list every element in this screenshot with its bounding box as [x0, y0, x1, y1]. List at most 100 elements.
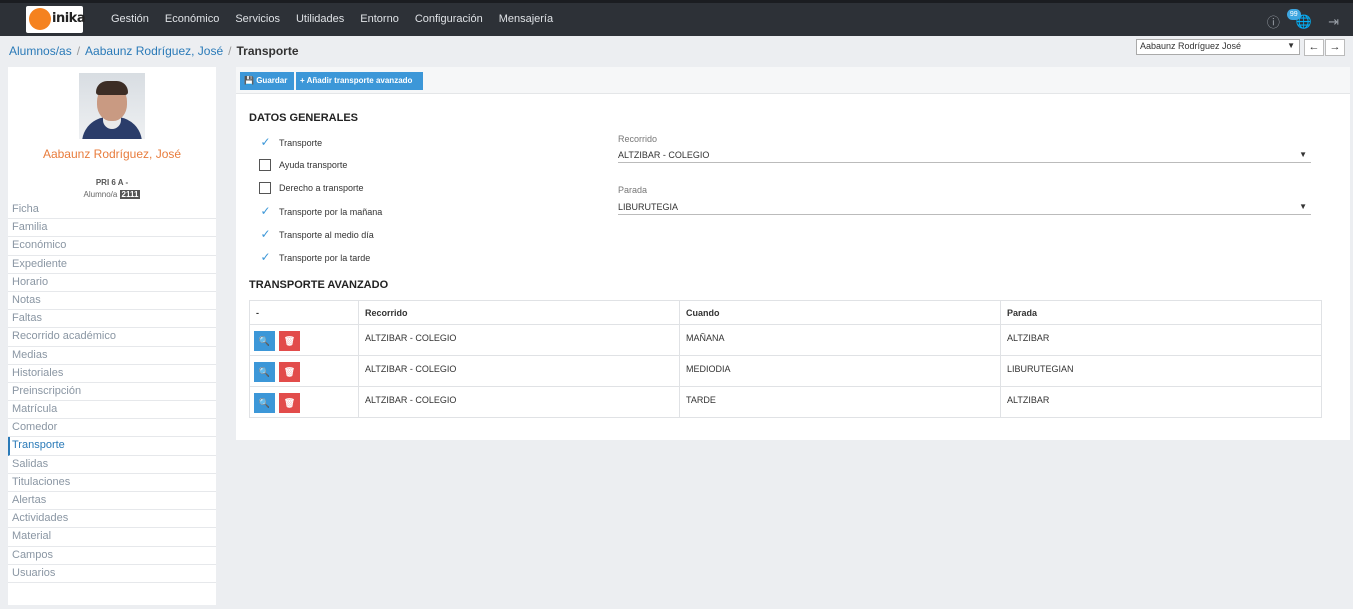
help-icon[interactable]: ⓘ — [1267, 12, 1280, 31]
sidebar-item-transporte[interactable]: Transporte — [8, 437, 216, 456]
breadcrumb: Alumnos/as / Aabaunz Rodríguez, José / Trans… — [9, 44, 299, 58]
advanced-section-title: TRANSPORTE AVANZADO — [249, 279, 389, 291]
column-header-cuando: Cuando — [679, 300, 1001, 325]
main-panel: 💾 Guardar + Añadir transporte avanzado D… — [236, 67, 1350, 440]
notification-badge: 99 — [1286, 8, 1301, 20]
checkbox-empty — [259, 182, 271, 194]
view-button[interactable]: 🔍 — [254, 331, 275, 351]
page-title: Transporte — [236, 44, 299, 58]
nav-item-configuracion[interactable]: Configuración — [415, 13, 483, 25]
table-row: 🔍 🗑 ALTZIBAR - COLEGIO MAÑANA ALTZIBAR — [249, 324, 1322, 356]
route-select[interactable]: ALTZIBAR - COLEGIO ▼ — [618, 147, 1311, 163]
nav-item-entorno[interactable]: Entorno — [360, 13, 399, 25]
cell-parada: ALTZIBAR — [1000, 386, 1322, 418]
nav-item-mensajeria[interactable]: Mensajería — [499, 13, 553, 25]
top-navbar: inika Gestión Económico Servicios Utilid… — [0, 0, 1353, 36]
route-label: Recorrido — [618, 134, 658, 144]
column-header-actions: - — [249, 300, 359, 325]
globe-icon[interactable]: 🌐 99 — [1286, 8, 1312, 30]
general-section-title: DATOS GENERALES — [249, 112, 358, 124]
top-icons: ⓘ 🌐 99 ⇥ — [1251, 8, 1339, 31]
plus-icon: + — [300, 76, 305, 85]
checkbox-label: Derecho a transporte — [279, 183, 364, 193]
checkmark-icon: ✓ — [260, 135, 271, 149]
sidebar: Aabaunz Rodríguez, José PRI 6 A - Alumno… — [8, 67, 216, 605]
nav-item-servicios[interactable]: Servicios — [235, 13, 280, 25]
checkbox-empty — [259, 159, 271, 171]
cell-parada: ALTZIBAR — [1000, 324, 1322, 356]
sidebar-item-familia[interactable]: Familia — [8, 219, 216, 238]
checkbox-label: Transporte al medio día — [279, 229, 374, 240]
student-name: Aabaunz Rodríguez, José — [42, 147, 182, 161]
sidebar-item-faltas[interactable]: Faltas — [8, 310, 216, 329]
checkbox-transporte[interactable]: ✓ Transporte — [259, 136, 322, 149]
student-id-number: 2111 — [119, 190, 141, 199]
sidebar-item-material[interactable]: Material — [8, 528, 216, 547]
checkmark-icon: ✓ — [260, 204, 271, 218]
breadcrumb-separator: / — [228, 44, 232, 58]
sidebar-item-titulaciones[interactable]: Titulaciones — [8, 474, 216, 492]
cell-recorrido: ALTZIBAR - COLEGIO — [358, 355, 680, 387]
student-select[interactable]: Aabaunz Rodríguez José ▼ — [1136, 39, 1300, 55]
sidebar-menu: Ficha Familia Económico Expediente Horar… — [8, 201, 216, 583]
sidebar-item-ficha[interactable]: Ficha — [8, 201, 216, 220]
sidebar-item-recorrido-academico[interactable]: Recorrido académico — [8, 328, 216, 347]
sidebar-item-comedor[interactable]: Comedor — [8, 419, 216, 438]
breadcrumb-separator: / — [76, 44, 81, 58]
checkbox-label: Transporte por la mañana — [279, 206, 383, 217]
sidebar-item-actividades[interactable]: Actividades — [8, 510, 216, 529]
stop-select[interactable]: LIBURUTEGIA ▼ — [618, 199, 1311, 215]
next-student-button[interactable]: → — [1325, 39, 1345, 56]
sidebar-item-notas[interactable]: Notas — [8, 292, 216, 311]
sidebar-item-preinscripcion[interactable]: Preinscripción — [8, 383, 216, 402]
view-button[interactable]: 🔍 — [254, 362, 275, 382]
sidebar-item-expediente[interactable]: Expediente — [8, 256, 216, 274]
checkbox-transporte-tarde[interactable]: ✓ Transporte por la tarde — [259, 251, 370, 264]
row-actions: 🔍 🗑 — [249, 386, 359, 418]
sidebar-item-horario[interactable]: Horario — [8, 274, 216, 292]
nav-item-gestion[interactable]: Gestión — [111, 13, 149, 25]
add-advanced-transport-label: Añadir transporte avanzado — [306, 76, 413, 85]
sidebar-item-campos[interactable]: Campos — [8, 547, 216, 565]
row-actions: 🔍 🗑 — [249, 355, 359, 387]
chevron-down-icon: ▼ — [1299, 150, 1307, 159]
sidebar-item-historiales[interactable]: Historiales — [8, 365, 216, 383]
table-row: 🔍 🗑 ALTZIBAR - COLEGIO TARDE ALTZIBAR — [249, 386, 1322, 418]
breadcrumb-student[interactable]: Aabaunz Rodríguez, José — [85, 44, 223, 58]
sidebar-item-usuarios[interactable]: Usuarios — [8, 565, 216, 583]
breadcrumb-alumnos[interactable]: Alumnos/as — [9, 44, 72, 58]
checkbox-transporte-manana[interactable]: ✓ Transporte por la mañana — [259, 205, 382, 218]
checkbox-derecho-transporte[interactable]: Derecho a transporte — [259, 182, 364, 194]
checkbox-ayuda-transporte[interactable]: Ayuda transporte — [259, 159, 347, 171]
student-id: Alumno/a 2111 — [8, 190, 216, 199]
view-button[interactable]: 🔍 — [254, 393, 275, 413]
checkbox-label: Ayuda transporte — [279, 160, 348, 170]
table-row: 🔍 🗑 ALTZIBAR - COLEGIO MEDIODIA LIBURUTEG… — [249, 355, 1322, 387]
nav-item-utilidades[interactable]: Utilidades — [296, 13, 344, 25]
checkbox-label: Transporte — [279, 137, 323, 148]
stop-label: Parada — [618, 185, 648, 195]
student-id-label: Alumno/a — [83, 190, 118, 199]
logout-icon[interactable]: ⇥ — [1328, 14, 1339, 30]
save-button[interactable]: 💾 Guardar — [240, 72, 294, 90]
sidebar-item-salidas[interactable]: Salidas — [8, 456, 216, 474]
cell-parada: LIBURUTEGIAN — [1000, 355, 1322, 387]
table-header-row: - Recorrido Cuando Parada — [249, 300, 1322, 325]
sidebar-item-alertas[interactable]: Alertas — [8, 492, 216, 511]
route-select-value: ALTZIBAR - COLEGIO — [618, 150, 710, 160]
delete-button[interactable]: 🗑 — [279, 362, 300, 382]
sidebar-item-medias[interactable]: Medias — [8, 347, 216, 365]
advanced-transport-table: - Recorrido Cuando Parada 🔍 🗑 ALTZIBAR - … — [249, 300, 1322, 418]
cell-cuando: MAÑANA — [679, 324, 1001, 356]
delete-button[interactable]: 🗑 — [279, 393, 300, 413]
checkbox-transporte-mediodia[interactable]: ✓ Transporte al medio día — [259, 228, 374, 241]
nav-item-economico[interactable]: Económico — [165, 13, 219, 25]
previous-student-button[interactable]: ← — [1304, 39, 1324, 56]
sidebar-item-economico[interactable]: Económico — [8, 237, 216, 256]
toolbar: 💾 Guardar + Añadir transporte avanzado — [236, 67, 1350, 94]
add-advanced-transport-button[interactable]: + Añadir transporte avanzado — [296, 72, 423, 90]
delete-button[interactable]: 🗑 — [279, 331, 300, 351]
logo-text: inika — [52, 11, 86, 26]
app-logo[interactable]: inika — [26, 6, 86, 33]
sidebar-item-matricula[interactable]: Matrícula — [8, 401, 216, 420]
